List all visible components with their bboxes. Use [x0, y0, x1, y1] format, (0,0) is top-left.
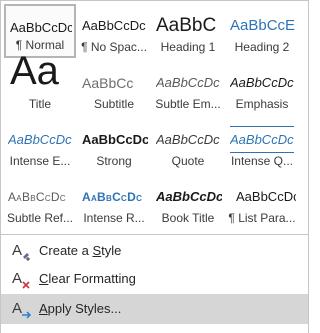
style-label: Intense E... [9, 154, 71, 168]
style-list-paragraph[interactable]: AaBbCcDc ¶ List Para... [226, 175, 298, 229]
style-preview: AaBbCcDc [8, 132, 72, 147]
style-subtle-reference[interactable]: AaBbCcDc Subtle Ref... [4, 175, 76, 229]
apply-styles-icon: A [12, 300, 32, 319]
style-label: Strong [96, 154, 132, 168]
style-label: Emphasis [235, 97, 289, 111]
style-quote[interactable]: AaBbCcDc Quote [152, 118, 224, 172]
style-intense-reference[interactable]: AaBbCcDc Intense R... [78, 175, 150, 229]
style-label: Title [28, 97, 52, 111]
style-label: Heading 2 [234, 40, 290, 54]
style-intense-quote[interactable]: AaBbCcDc Intense Q... [226, 118, 298, 172]
style-label: Quote [171, 154, 205, 168]
intense-quote-rule-top [230, 126, 294, 127]
style-label: Heading 1 [160, 40, 216, 54]
style-label: Subtle Ref... [6, 211, 74, 225]
style-label: Book Title [161, 211, 215, 225]
svg-text:A: A [12, 300, 22, 317]
style-preview: AaBbCcDc [230, 75, 294, 90]
style-preview: AaBbCcDc [230, 132, 294, 147]
style-emphasis[interactable]: AaBbCcDc Emphasis [226, 61, 298, 115]
style-gallery: AaBbCcDc ¶ Normal AaBbCcDc ¶ No Spac... … [0, 0, 309, 235]
apply-styles-item[interactable]: A Apply Styles... [1, 294, 308, 324]
style-preview: AaBbCcE [230, 17, 296, 34]
style-label: ¶ Normal [15, 38, 65, 52]
style-heading-1[interactable]: AaBbC Heading 1 [152, 4, 224, 58]
create-style-label: Create a Style [39, 243, 122, 258]
style-label: ¶ No Spac... [81, 40, 147, 54]
style-label: ¶ List Para... [228, 211, 296, 225]
style-preview: AaBbCcDc [156, 75, 220, 90]
style-label: Subtle Em... [155, 97, 221, 111]
style-preview: Aa [10, 51, 59, 91]
style-preview: AaBbCc [82, 75, 134, 91]
style-preview: AaBbCcDc [156, 132, 220, 147]
style-preview: AaBbCcDc [82, 18, 146, 33]
style-preview: AaBbCcDc [236, 189, 296, 204]
style-label: Subtitle [93, 97, 135, 111]
style-label: Intense R... [83, 211, 145, 225]
style-subtitle[interactable]: AaBbCc Subtitle [78, 61, 150, 115]
svg-text:A: A [12, 270, 22, 287]
clear-formatting-item[interactable]: A Clear Formatting [1, 266, 308, 292]
styles-menu: A Create a Style A Clear Formatting A Ap… [0, 235, 309, 333]
style-no-spacing[interactable]: AaBbCcDc ¶ No Spac... [78, 4, 150, 58]
intense-quote-rule-bottom [230, 152, 294, 153]
apply-styles-label: Apply Styles... [39, 301, 122, 316]
clear-formatting-icon: A [12, 270, 30, 289]
style-title[interactable]: Aa Title [4, 51, 76, 115]
style-preview: AaBbCcDc [156, 189, 222, 204]
style-book-title[interactable]: AaBbCcDc Book Title [152, 175, 224, 229]
clear-formatting-label: Clear Formatting [39, 271, 136, 286]
style-strong[interactable]: AaBbCcDc Strong [78, 118, 150, 172]
style-preview: AaBbCcDc [8, 190, 66, 204]
style-preview: AaBbCcDc [82, 132, 148, 147]
style-preview: AaBbCcDc [10, 20, 72, 35]
style-normal[interactable]: AaBbCcDc ¶ Normal [4, 4, 76, 58]
svg-text:A: A [12, 242, 22, 259]
create-style-item[interactable]: A Create a Style [1, 238, 308, 264]
style-label: Intense Q... [230, 154, 294, 168]
style-intense-emphasis[interactable]: AaBbCcDc Intense E... [4, 118, 76, 172]
style-heading-2[interactable]: AaBbCcE Heading 2 [226, 4, 298, 58]
style-preview: AaBbC [156, 15, 217, 36]
create-style-icon: A [12, 242, 30, 261]
style-preview: AaBbCcDc [82, 190, 143, 204]
style-subtle-emphasis[interactable]: AaBbCcDc Subtle Em... [152, 61, 224, 115]
